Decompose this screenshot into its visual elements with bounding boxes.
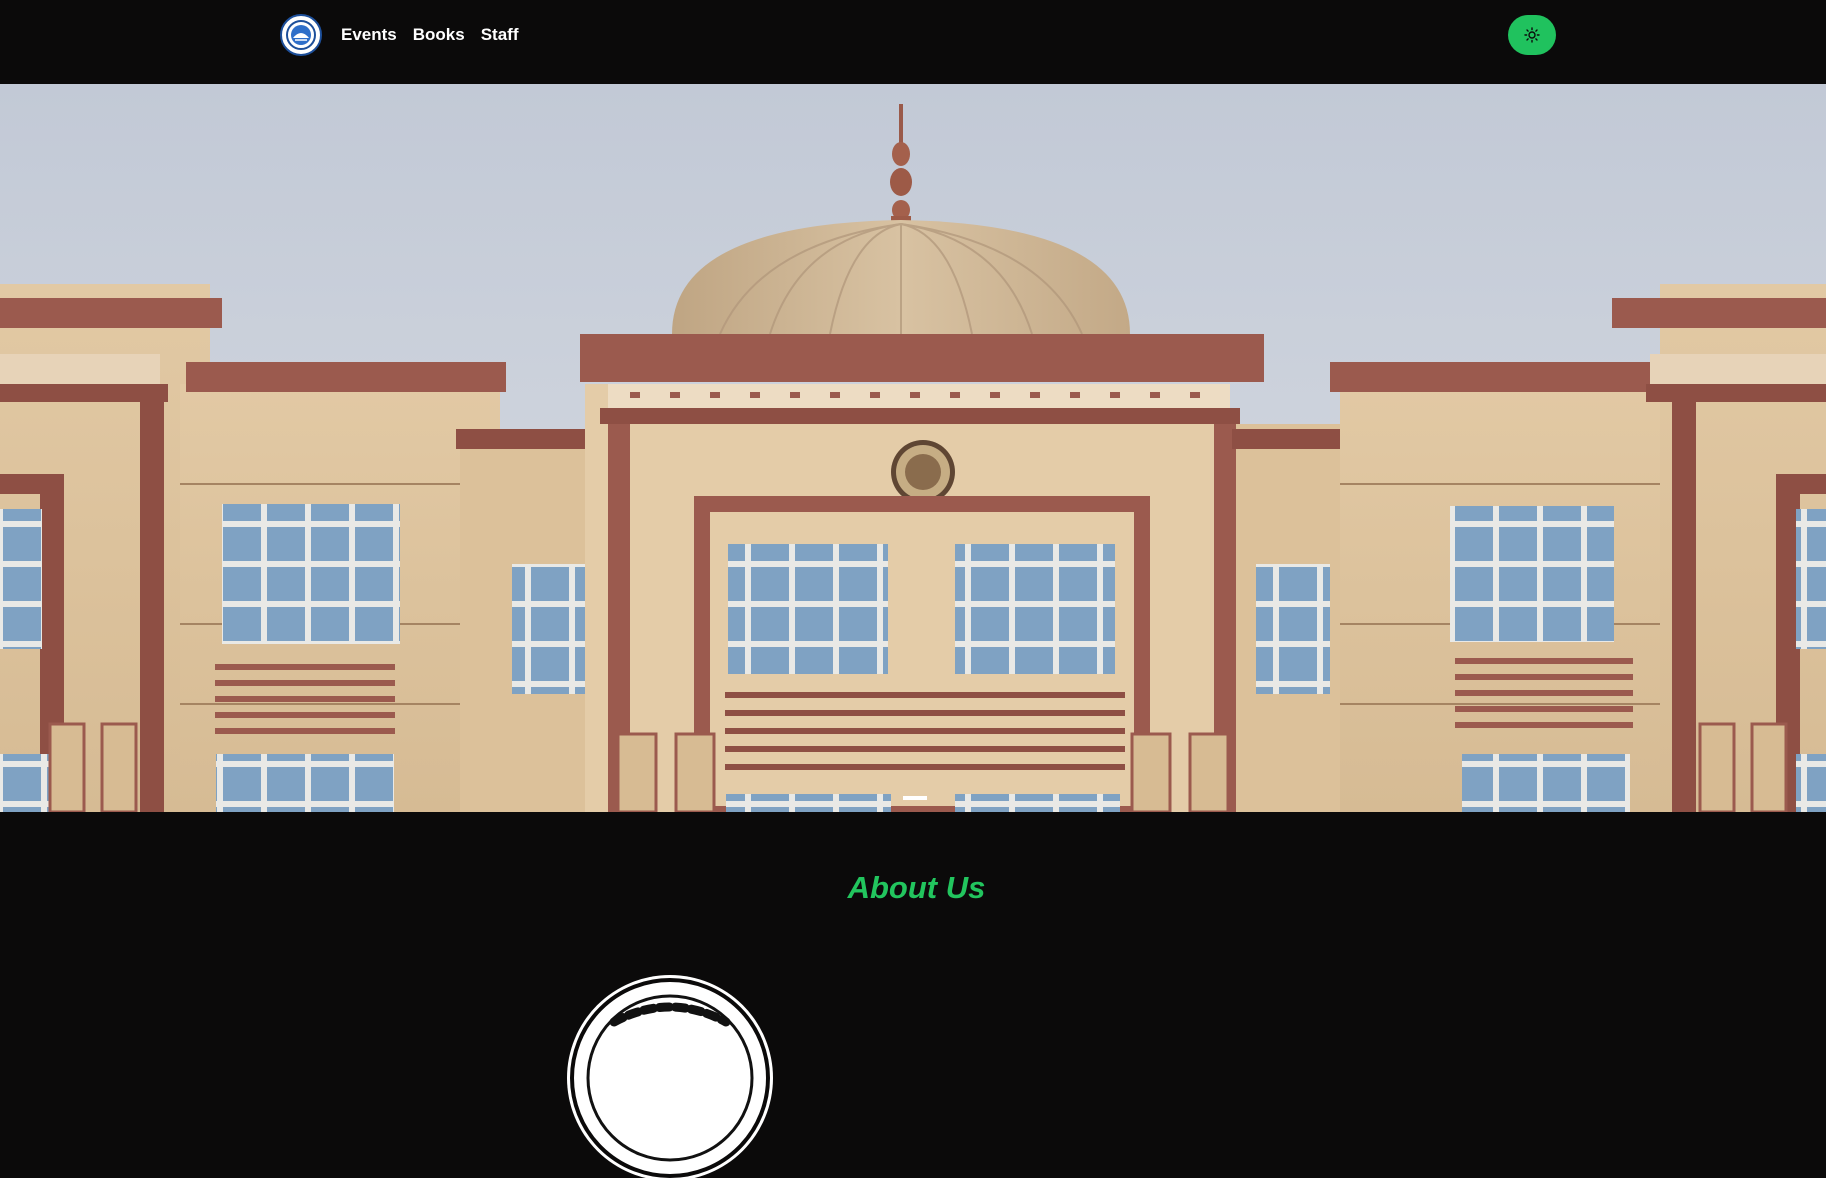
theme-toggle-button[interactable] bbox=[1508, 15, 1556, 55]
nav-link-staff[interactable]: Staff bbox=[481, 24, 519, 46]
hero-carousel bbox=[0, 84, 1826, 812]
top-navbar: Events Books Staff bbox=[0, 0, 1826, 84]
nav-link-books[interactable]: Books bbox=[413, 24, 465, 46]
main-nav: Events Books Staff bbox=[341, 24, 519, 46]
nav-link-events[interactable]: Events bbox=[341, 24, 397, 46]
logo-graphic bbox=[283, 17, 319, 53]
about-us-heading: About Us bbox=[847, 870, 986, 905]
university-building-dome-photo bbox=[0, 84, 1826, 812]
carousel-indicator-active[interactable] bbox=[903, 796, 927, 800]
university-logo-icon[interactable] bbox=[280, 14, 322, 56]
seal-graphic bbox=[576, 984, 764, 1172]
sun-icon bbox=[1524, 27, 1540, 43]
university-seal-icon bbox=[570, 978, 770, 1178]
